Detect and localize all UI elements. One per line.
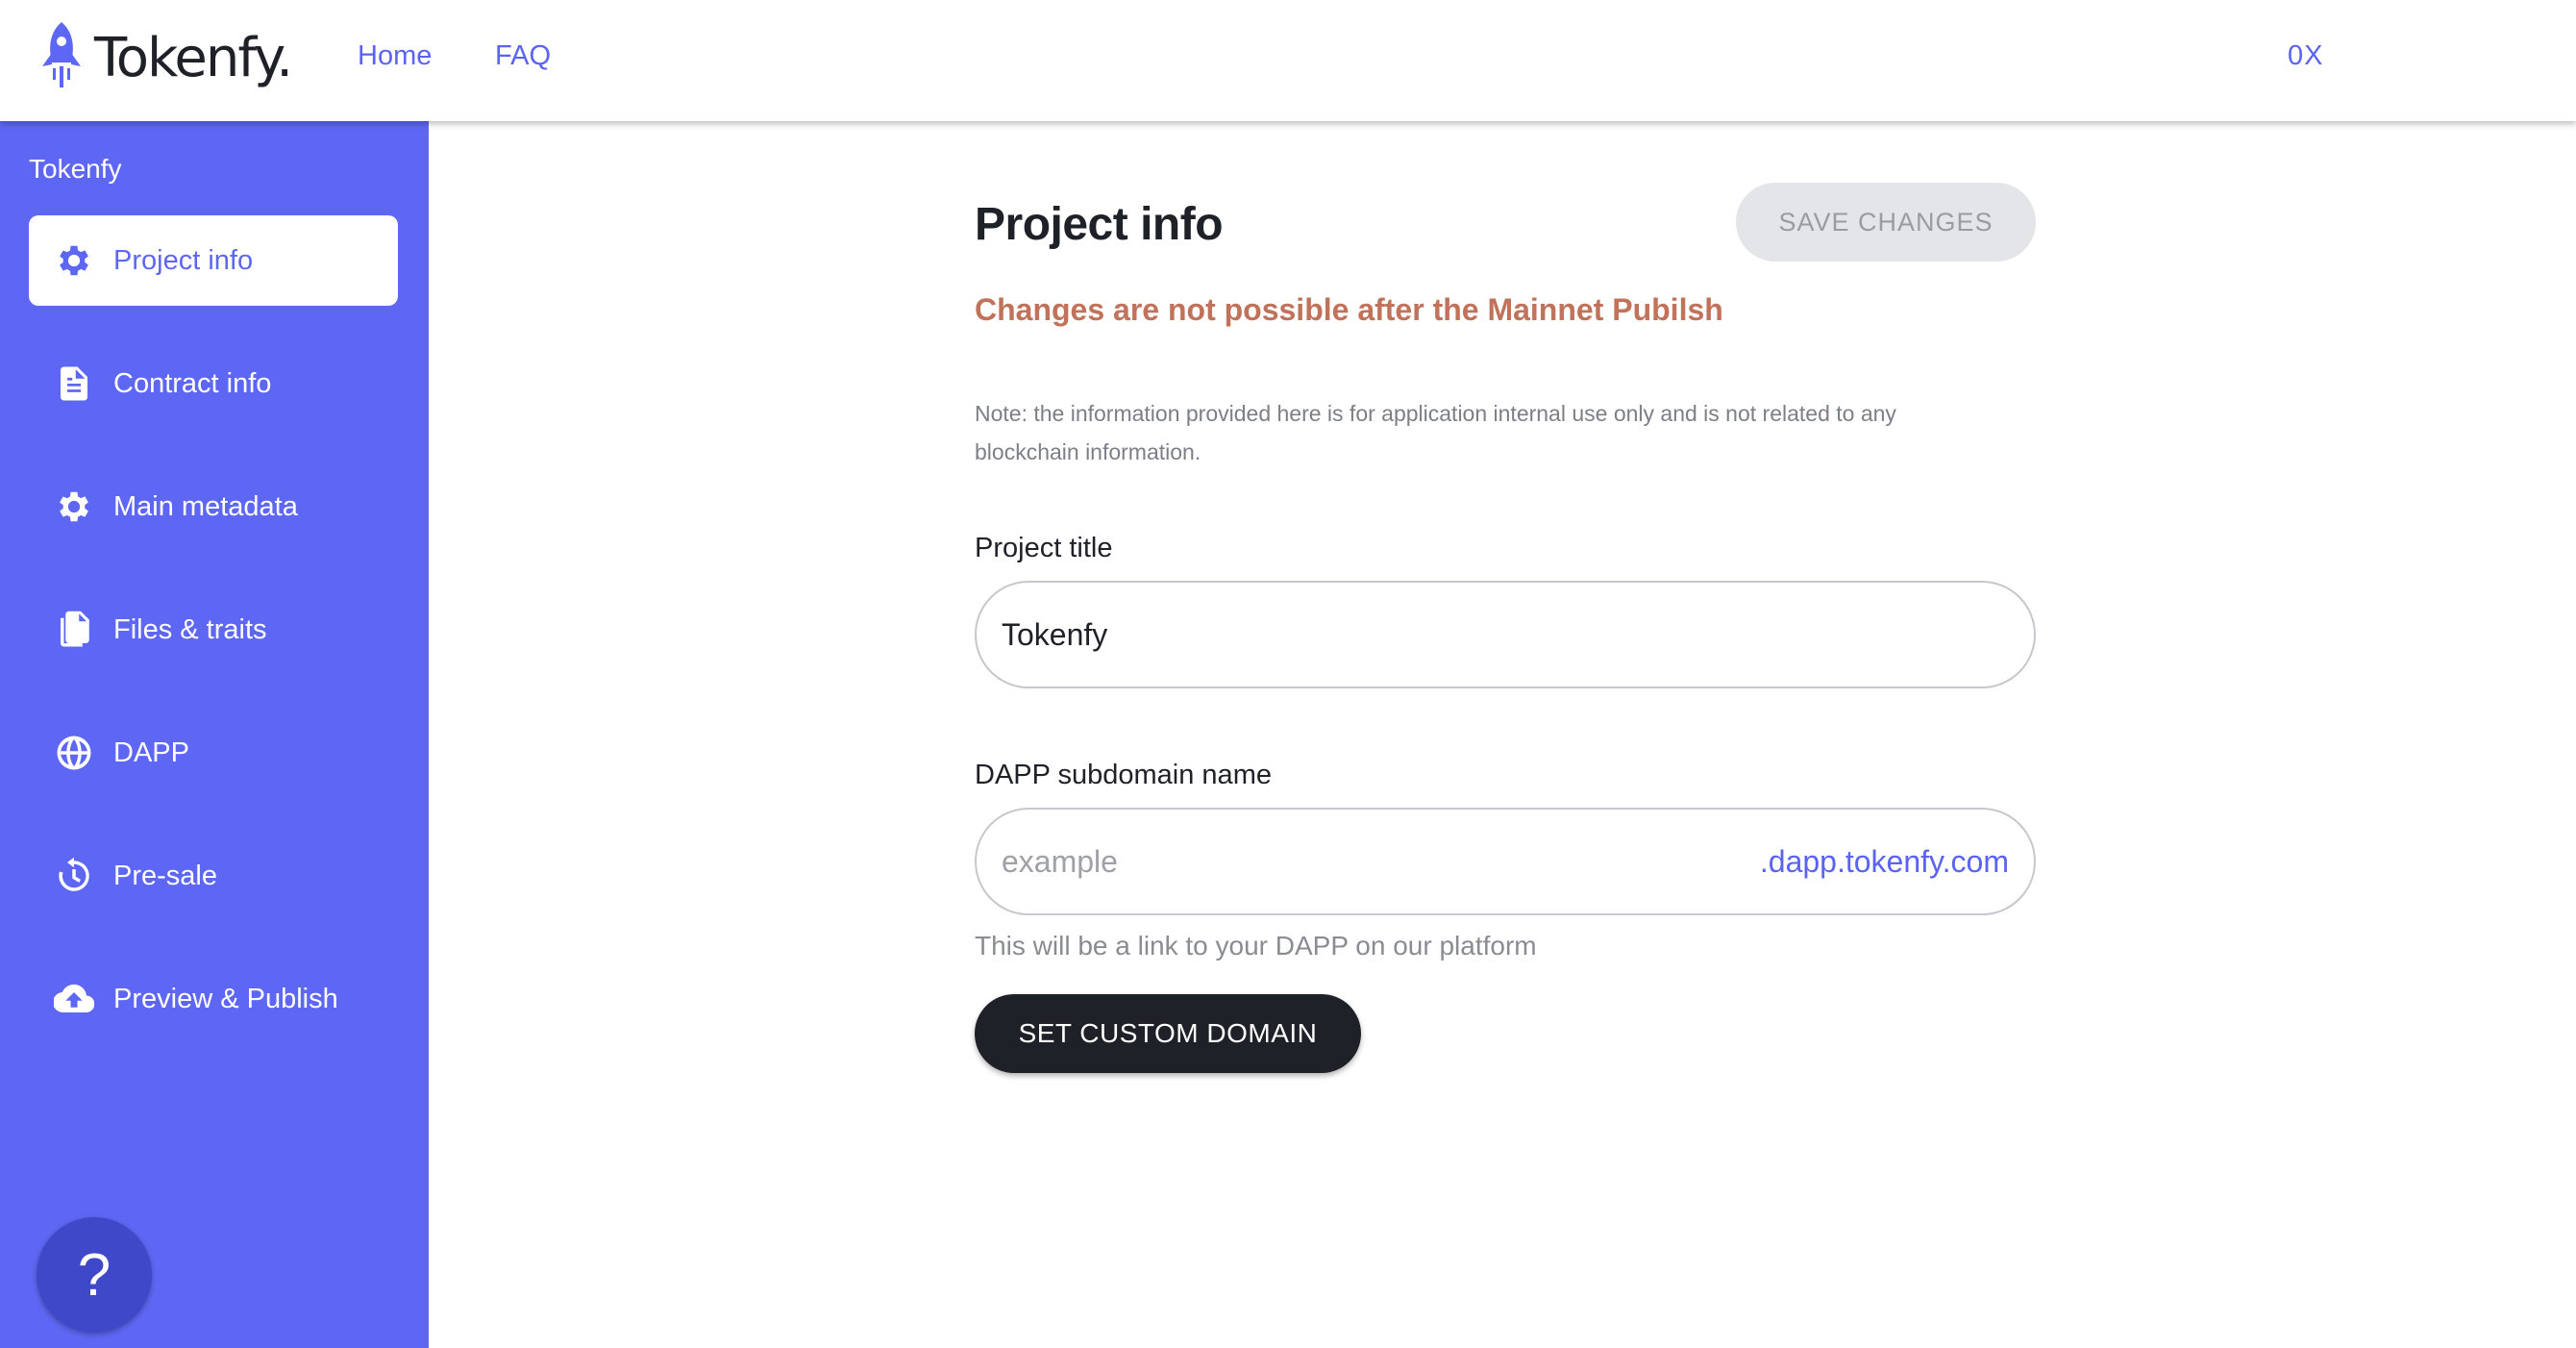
subdomain-suffix: .dapp.tokenfy.com	[1759, 843, 2009, 879]
project-title-input[interactable]	[1002, 616, 2009, 653]
sidebar-item-pre-sale[interactable]: Pre-sale	[29, 831, 398, 921]
files-icon	[54, 610, 94, 650]
globe-icon	[54, 733, 94, 773]
sidebar-item-label: Contract info	[113, 367, 272, 399]
subdomain-label: DAPP subdomain name	[975, 760, 1272, 790]
help-button[interactable]: ?	[37, 1217, 152, 1333]
project-title-field[interactable]	[975, 581, 2036, 688]
logo[interactable]: Tokenfy.	[38, 19, 293, 96]
sidebar-item-label: DAPP	[113, 736, 189, 768]
sidebar-item-contract-info[interactable]: Contract info	[29, 338, 398, 429]
sidebar-item-label: Files & traits	[113, 613, 267, 645]
sidebar-item-label: Preview & Publish	[113, 983, 338, 1014]
gear-icon	[54, 487, 94, 527]
subdomain-helper-text: This will be a link to your DAPP on our …	[975, 931, 1537, 961]
project-title-label: Project title	[975, 533, 1113, 563]
nav-home-link[interactable]: Home	[358, 40, 432, 72]
document-icon	[54, 363, 94, 404]
sidebar-item-files-traits[interactable]: Files & traits	[29, 585, 398, 675]
subdomain-input[interactable]	[1002, 843, 1760, 880]
logo-text: Tokenfy.	[94, 26, 293, 89]
subdomain-field[interactable]: .dapp.tokenfy.com	[975, 808, 2036, 915]
page-title: Project info	[975, 199, 1224, 250]
sidebar-title: Tokenfy	[29, 154, 122, 184]
sidebar-item-project-info[interactable]: Project info	[29, 215, 398, 306]
rocket-icon	[38, 20, 85, 96]
info-note: Note: the information provided here is f…	[975, 401, 1896, 464]
nav-faq-link[interactable]: FAQ	[495, 40, 551, 72]
save-changes-button[interactable]: SAVE CHANGES	[1736, 183, 2036, 262]
sidebar: Tokenfy Project info Contract info Main …	[0, 121, 429, 1348]
sidebar-item-label: Main metadata	[113, 490, 298, 522]
gear-icon	[54, 240, 94, 281]
sidebar-item-main-metadata[interactable]: Main metadata	[29, 462, 398, 552]
sidebar-item-dapp[interactable]: DAPP	[29, 708, 398, 798]
wallet-address[interactable]: 0X	[2288, 40, 2323, 72]
clock-icon	[54, 856, 94, 896]
cloud-upload-icon	[54, 979, 94, 1019]
mainnet-warning: Changes are not possible after the Mainn…	[975, 292, 1723, 327]
set-custom-domain-button[interactable]: SET CUSTOM DOMAIN	[975, 994, 1361, 1073]
sidebar-item-label: Project info	[113, 244, 254, 276]
main-content: Project info SAVE CHANGES Changes are no…	[429, 121, 2576, 1348]
top-header: Tokenfy. Home FAQ 0X	[0, 0, 2576, 121]
sidebar-item-label: Pre-sale	[113, 860, 217, 891]
sidebar-item-preview-publish[interactable]: Preview & Publish	[29, 954, 398, 1044]
